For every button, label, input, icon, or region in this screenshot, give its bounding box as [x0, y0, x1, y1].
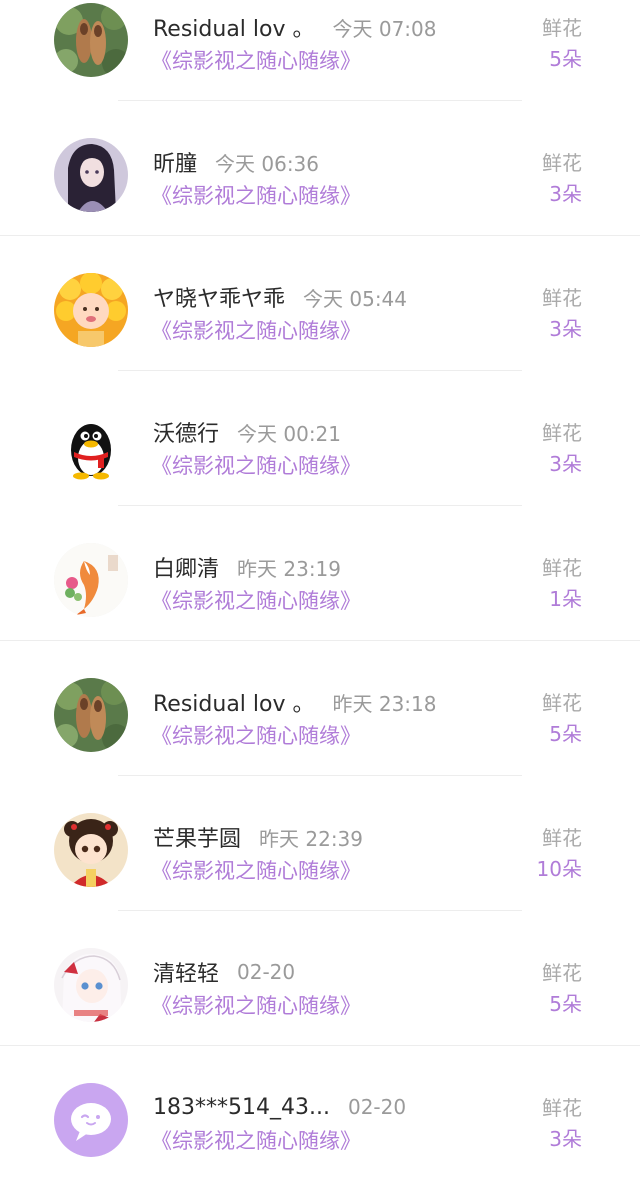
timestamp: 昨天 23:18 [332, 691, 437, 716]
gift-type-label: 鲜花 [542, 1096, 582, 1120]
gift-records-list: Residual lov 。 今天 07:08 《综影视之随心随缘》 鲜花 5朵… [0, 0, 640, 1181]
user-name[interactable]: Residual lov 。 [153, 686, 315, 718]
gift-count: 5朵 [549, 992, 582, 1016]
chibi-girl-avatar-icon[interactable] [54, 813, 128, 887]
user-name[interactable]: 白卿清 [153, 551, 219, 583]
list-item[interactable]: 183***514_43... 02-20 《综影视之随心随缘》 鲜花 3朵 [0, 1046, 640, 1181]
gift-type-label: 鲜花 [542, 556, 582, 580]
gift-type-label: 鲜花 [542, 151, 582, 175]
user-name[interactable]: Residual lov 。 [153, 11, 315, 43]
timestamp: 今天 06:36 [215, 151, 320, 176]
gift-count: 3朵 [549, 1127, 582, 1151]
list-item[interactable]: 芒果芋圆 昨天 22:39 《综影视之随心随缘》 鲜花 10朵 [0, 776, 640, 911]
timestamp: 02-20 [237, 960, 296, 984]
timestamp: 02-20 [347, 1095, 407, 1119]
gift-type-label: 鲜花 [542, 286, 582, 310]
book-title-link[interactable]: 《综影视之随心随缘》 [151, 990, 361, 1020]
penguin-avatar-icon[interactable] [54, 408, 128, 482]
timestamp: 今天 05:44 [303, 286, 408, 311]
book-title-link[interactable]: 《综影视之随心随缘》 [151, 45, 361, 75]
couple-shoes-avatar-icon[interactable] [54, 678, 128, 752]
couple-shoes-avatar-icon[interactable] [54, 3, 128, 77]
list-item[interactable]: ヤ晓ヤ乖ヤ乖 今天 05:44 《综影视之随心随缘》 鲜花 3朵 [0, 236, 640, 371]
gift-type-label: 鲜花 [542, 826, 582, 850]
gift-type-label: 鲜花 [542, 691, 582, 715]
timestamp: 今天 07:08 [332, 16, 437, 41]
koi-fish-avatar-icon[interactable] [54, 543, 128, 617]
gift-info: 鲜花 3朵 [502, 1092, 582, 1154]
list-item[interactable]: 昕朣 今天 06:36 《综影视之随心随缘》 鲜花 3朵 [0, 101, 640, 236]
gift-type-label: 鲜花 [542, 421, 582, 445]
book-title-link[interactable]: 《综影视之随心随缘》 [151, 315, 361, 345]
gift-count: 1朵 [549, 587, 582, 611]
gift-info: 鲜花 5朵 [502, 687, 582, 749]
list-item[interactable]: 沃德行 今天 00:21 《综影视之随心随缘》 鲜花 3朵 [0, 371, 640, 506]
book-title-link[interactable]: 《综影视之随心随缘》 [151, 585, 361, 615]
list-item[interactable]: Residual lov 。 昨天 23:18 《综影视之随心随缘》 鲜花 5朵 [0, 641, 640, 776]
anime-girl-avatar-icon[interactable] [54, 138, 128, 212]
book-title-link[interactable]: 《综影视之随心随缘》 [151, 720, 361, 750]
gift-count: 3朵 [549, 452, 582, 476]
book-title-link[interactable]: 《综影视之随心随缘》 [151, 855, 361, 885]
user-name[interactable]: 183***514_43... [153, 1095, 330, 1120]
user-name[interactable]: 昕朣 [153, 146, 197, 178]
gift-info: 鲜花 3朵 [502, 147, 582, 209]
timestamp: 今天 00:21 [237, 421, 342, 446]
gift-count: 3朵 [549, 317, 582, 341]
timestamp: 昨天 23:19 [237, 556, 342, 581]
gift-count: 10朵 [536, 857, 582, 881]
gift-type-label: 鲜花 [542, 961, 582, 985]
list-item[interactable]: 白卿清 昨天 23:19 《综影视之随心随缘》 鲜花 1朵 [0, 506, 640, 641]
gift-info: 鲜花 1朵 [502, 552, 582, 614]
gift-info: 鲜花 5朵 [502, 957, 582, 1019]
anime-white-hair-avatar-icon[interactable] [54, 948, 128, 1022]
gift-info: 鲜花 3朵 [502, 282, 582, 344]
book-title-link[interactable]: 《综影视之随心随缘》 [151, 180, 361, 210]
book-title-link[interactable]: 《综影视之随心随缘》 [151, 1125, 361, 1155]
user-name[interactable]: ヤ晓ヤ乖ヤ乖 [153, 281, 285, 313]
list-item[interactable]: 清轻轻 02-20 《综影视之随心随缘》 鲜花 5朵 [0, 911, 640, 1046]
timestamp: 昨天 22:39 [259, 826, 364, 851]
gift-count: 5朵 [549, 722, 582, 746]
user-name[interactable]: 清轻轻 [153, 956, 219, 988]
book-title-link[interactable]: 《综影视之随心随缘》 [151, 450, 361, 480]
gift-info: 鲜花 5朵 [502, 12, 582, 74]
gift-count: 3朵 [549, 182, 582, 206]
user-name[interactable]: 沃德行 [153, 416, 219, 448]
default-chat-avatar-icon[interactable] [54, 1083, 128, 1157]
list-item[interactable]: Residual lov 。 今天 07:08 《综影视之随心随缘》 鲜花 5朵 [0, 0, 640, 101]
gift-info: 鲜花 3朵 [502, 417, 582, 479]
baby-flower-avatar-icon[interactable] [54, 273, 128, 347]
user-name[interactable]: 芒果芋圆 [153, 821, 241, 853]
gift-type-label: 鲜花 [542, 16, 582, 40]
gift-count: 5朵 [549, 47, 582, 71]
gift-info: 鲜花 10朵 [502, 822, 582, 884]
